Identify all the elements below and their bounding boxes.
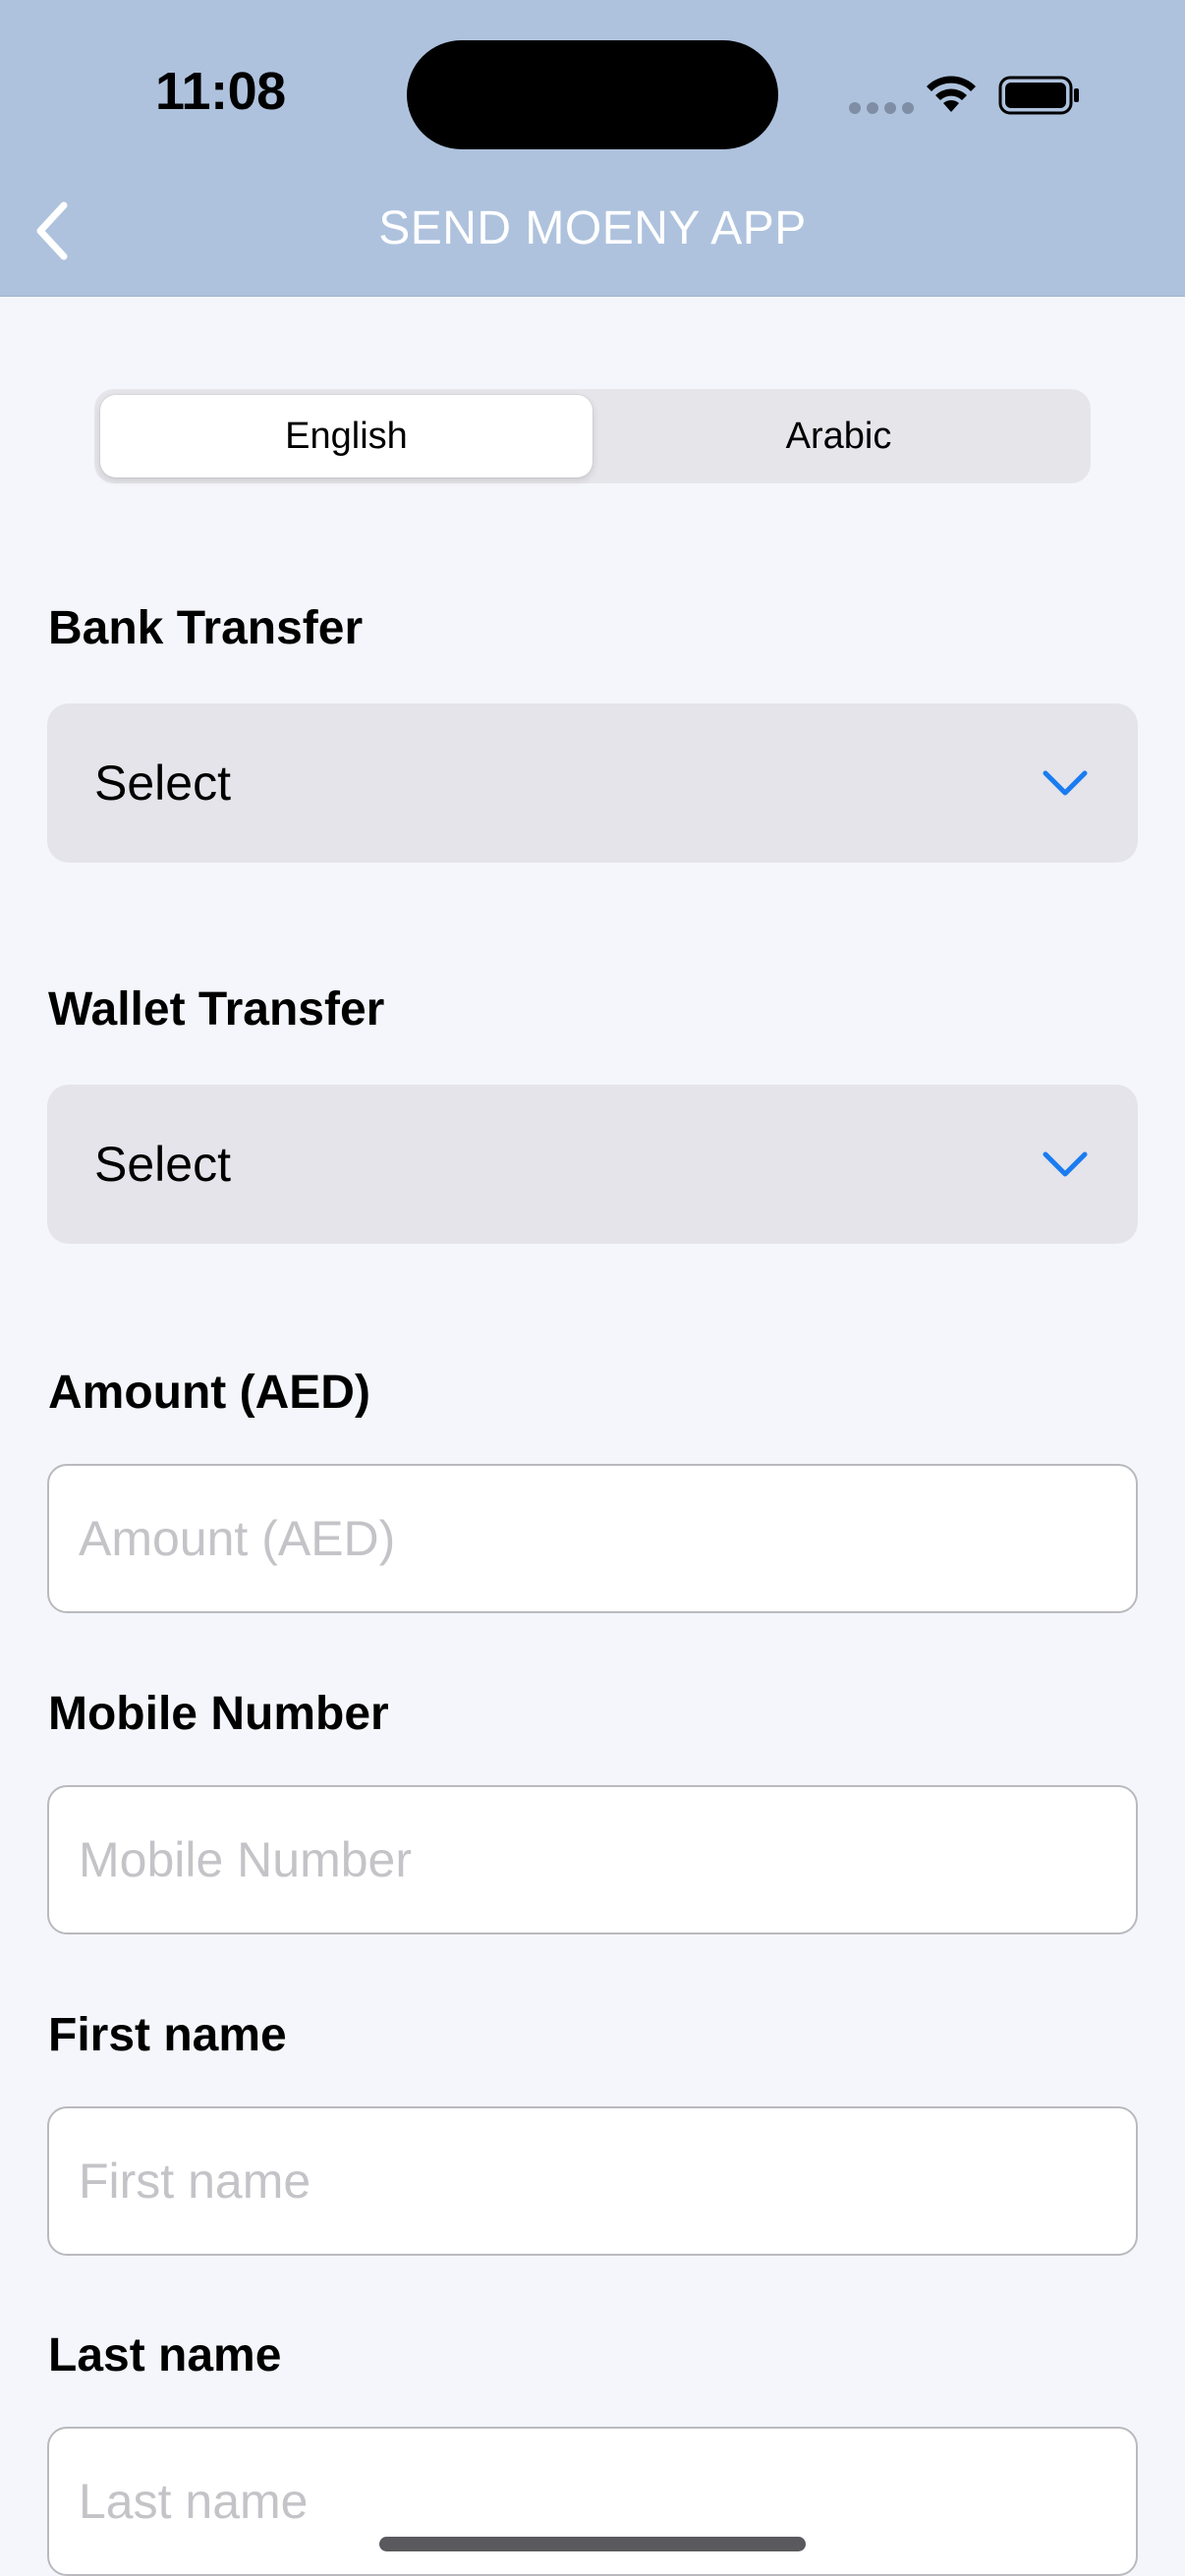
wallet-transfer-label: Wallet Transfer (48, 983, 385, 1036)
mobile-number-input[interactable] (47, 1785, 1138, 1934)
first-name-input[interactable] (47, 2106, 1138, 2256)
wallet-transfer-dropdown[interactable]: Select (47, 1085, 1138, 1244)
bank-transfer-dropdown[interactable]: Select (47, 703, 1138, 863)
segment-arabic[interactable]: Arabic (592, 395, 1085, 477)
amount-label: Amount (AED) (48, 1367, 370, 1419)
last-name-label: Last name (48, 2329, 282, 2381)
wallet-transfer-value: Select (94, 1137, 231, 1192)
segment-english[interactable]: English (100, 395, 592, 477)
header: 11:08 SEND MOENY APP (0, 0, 1185, 297)
cellular-signal-icon (849, 102, 914, 116)
send-money-screen: 11:08 SEND MOENY APP English Arabic Bank… (0, 0, 1185, 2576)
chevron-down-icon (1043, 770, 1088, 796)
amount-input[interactable] (47, 1464, 1138, 1613)
battery-icon (998, 76, 1079, 115)
dynamic-island (407, 40, 778, 149)
bank-transfer-value: Select (94, 756, 231, 811)
status-time: 11:08 (155, 62, 286, 121)
chevron-down-icon (1043, 1151, 1088, 1177)
language-segmented-control: English Arabic (94, 389, 1091, 483)
bank-transfer-label: Bank Transfer (48, 602, 364, 654)
first-name-label: First name (48, 2009, 287, 2061)
mobile-number-label: Mobile Number (48, 1688, 389, 1740)
wifi-icon (927, 76, 976, 112)
home-indicator (379, 2537, 806, 2551)
page-title: SEND MOENY APP (378, 202, 807, 254)
last-name-input[interactable] (47, 2427, 1138, 2576)
